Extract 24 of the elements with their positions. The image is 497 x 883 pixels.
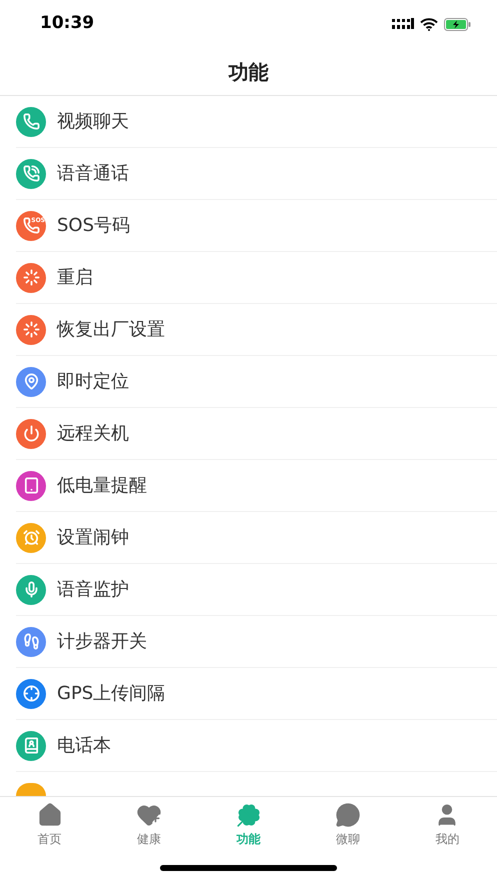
menu-item[interactable]: GPS上传间隔 [16, 668, 497, 720]
status-time: 10:39 [40, 12, 94, 36]
tab-item[interactable]: 健康 [99, 797, 199, 853]
menu-item[interactable]: 低电量提醒 [16, 460, 497, 512]
menu-item[interactable]: 远程关机 [16, 408, 497, 460]
menu-item[interactable]: 电话本 [16, 720, 497, 772]
page-title: 功能 [228, 58, 268, 86]
menu-item[interactable]: 即时定位 [16, 356, 497, 408]
house-icon [36, 802, 63, 828]
clover-icon [236, 802, 262, 828]
tab-item[interactable]: 微聊 [298, 797, 398, 853]
menu-item[interactable]: 恢复出厂设置 [16, 304, 497, 356]
menu-item[interactable]: 设置闹钟 [16, 512, 497, 564]
wifi-icon [420, 18, 438, 30]
tab-item[interactable]: 我的 [398, 797, 497, 853]
menu-item[interactable]: 语音监护 [16, 564, 497, 616]
tab-item[interactable]: 首页 [0, 797, 100, 853]
chat-bubble-icon [334, 802, 361, 828]
menu-item[interactable]: 重启 [16, 252, 497, 304]
signal-icon [392, 18, 414, 30]
battery-icon [444, 18, 471, 30]
menu-item[interactable]: 视频聊天 [16, 96, 497, 148]
menu-item[interactable]: 语音通话 [16, 148, 497, 200]
menu-item[interactable]: 计步器开关 [16, 616, 497, 668]
